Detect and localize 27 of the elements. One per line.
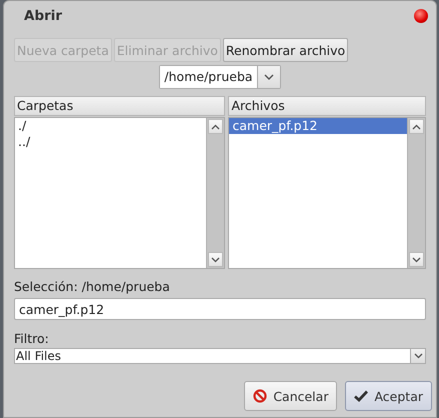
list-item[interactable]: ../ [15, 134, 206, 150]
chevron-down-icon [264, 74, 274, 80]
scroll-down-button[interactable] [409, 252, 424, 267]
list-item[interactable]: camer_pf.p12 [229, 118, 407, 134]
chevron-up-icon [412, 124, 421, 130]
selection-label: Selección: /home/prueba [14, 279, 171, 294]
scroll-down-button[interactable] [208, 252, 224, 267]
chevron-down-icon [211, 256, 220, 262]
checkmark-icon [354, 390, 368, 402]
close-button[interactable] [414, 8, 428, 22]
filter-label: Filtro: [14, 331, 50, 346]
filter-dropdown[interactable]: All Files [14, 348, 426, 364]
scroll-up-button[interactable] [409, 119, 424, 134]
path-dropdown[interactable]: /home/prueba [159, 65, 281, 89]
toolbar-button[interactable]: Renombrar archivo [222, 38, 348, 62]
column-header: Archivos [228, 96, 426, 116]
accept-button[interactable]: Aceptar [345, 381, 432, 411]
chevron-down-icon [414, 353, 422, 359]
cancel-icon [253, 389, 268, 403]
list-item[interactable]: ./ [15, 118, 206, 134]
column-header: Carpetas [14, 96, 226, 116]
chevron-up-icon [211, 124, 220, 130]
cancel-button[interactable]: Cancelar [244, 381, 338, 411]
chevron-down-icon [412, 256, 421, 262]
window-title: Abrir [24, 8, 62, 24]
scroll-up-button[interactable] [208, 119, 224, 134]
filename-field[interactable]: camer_pf.p12 [14, 298, 426, 320]
